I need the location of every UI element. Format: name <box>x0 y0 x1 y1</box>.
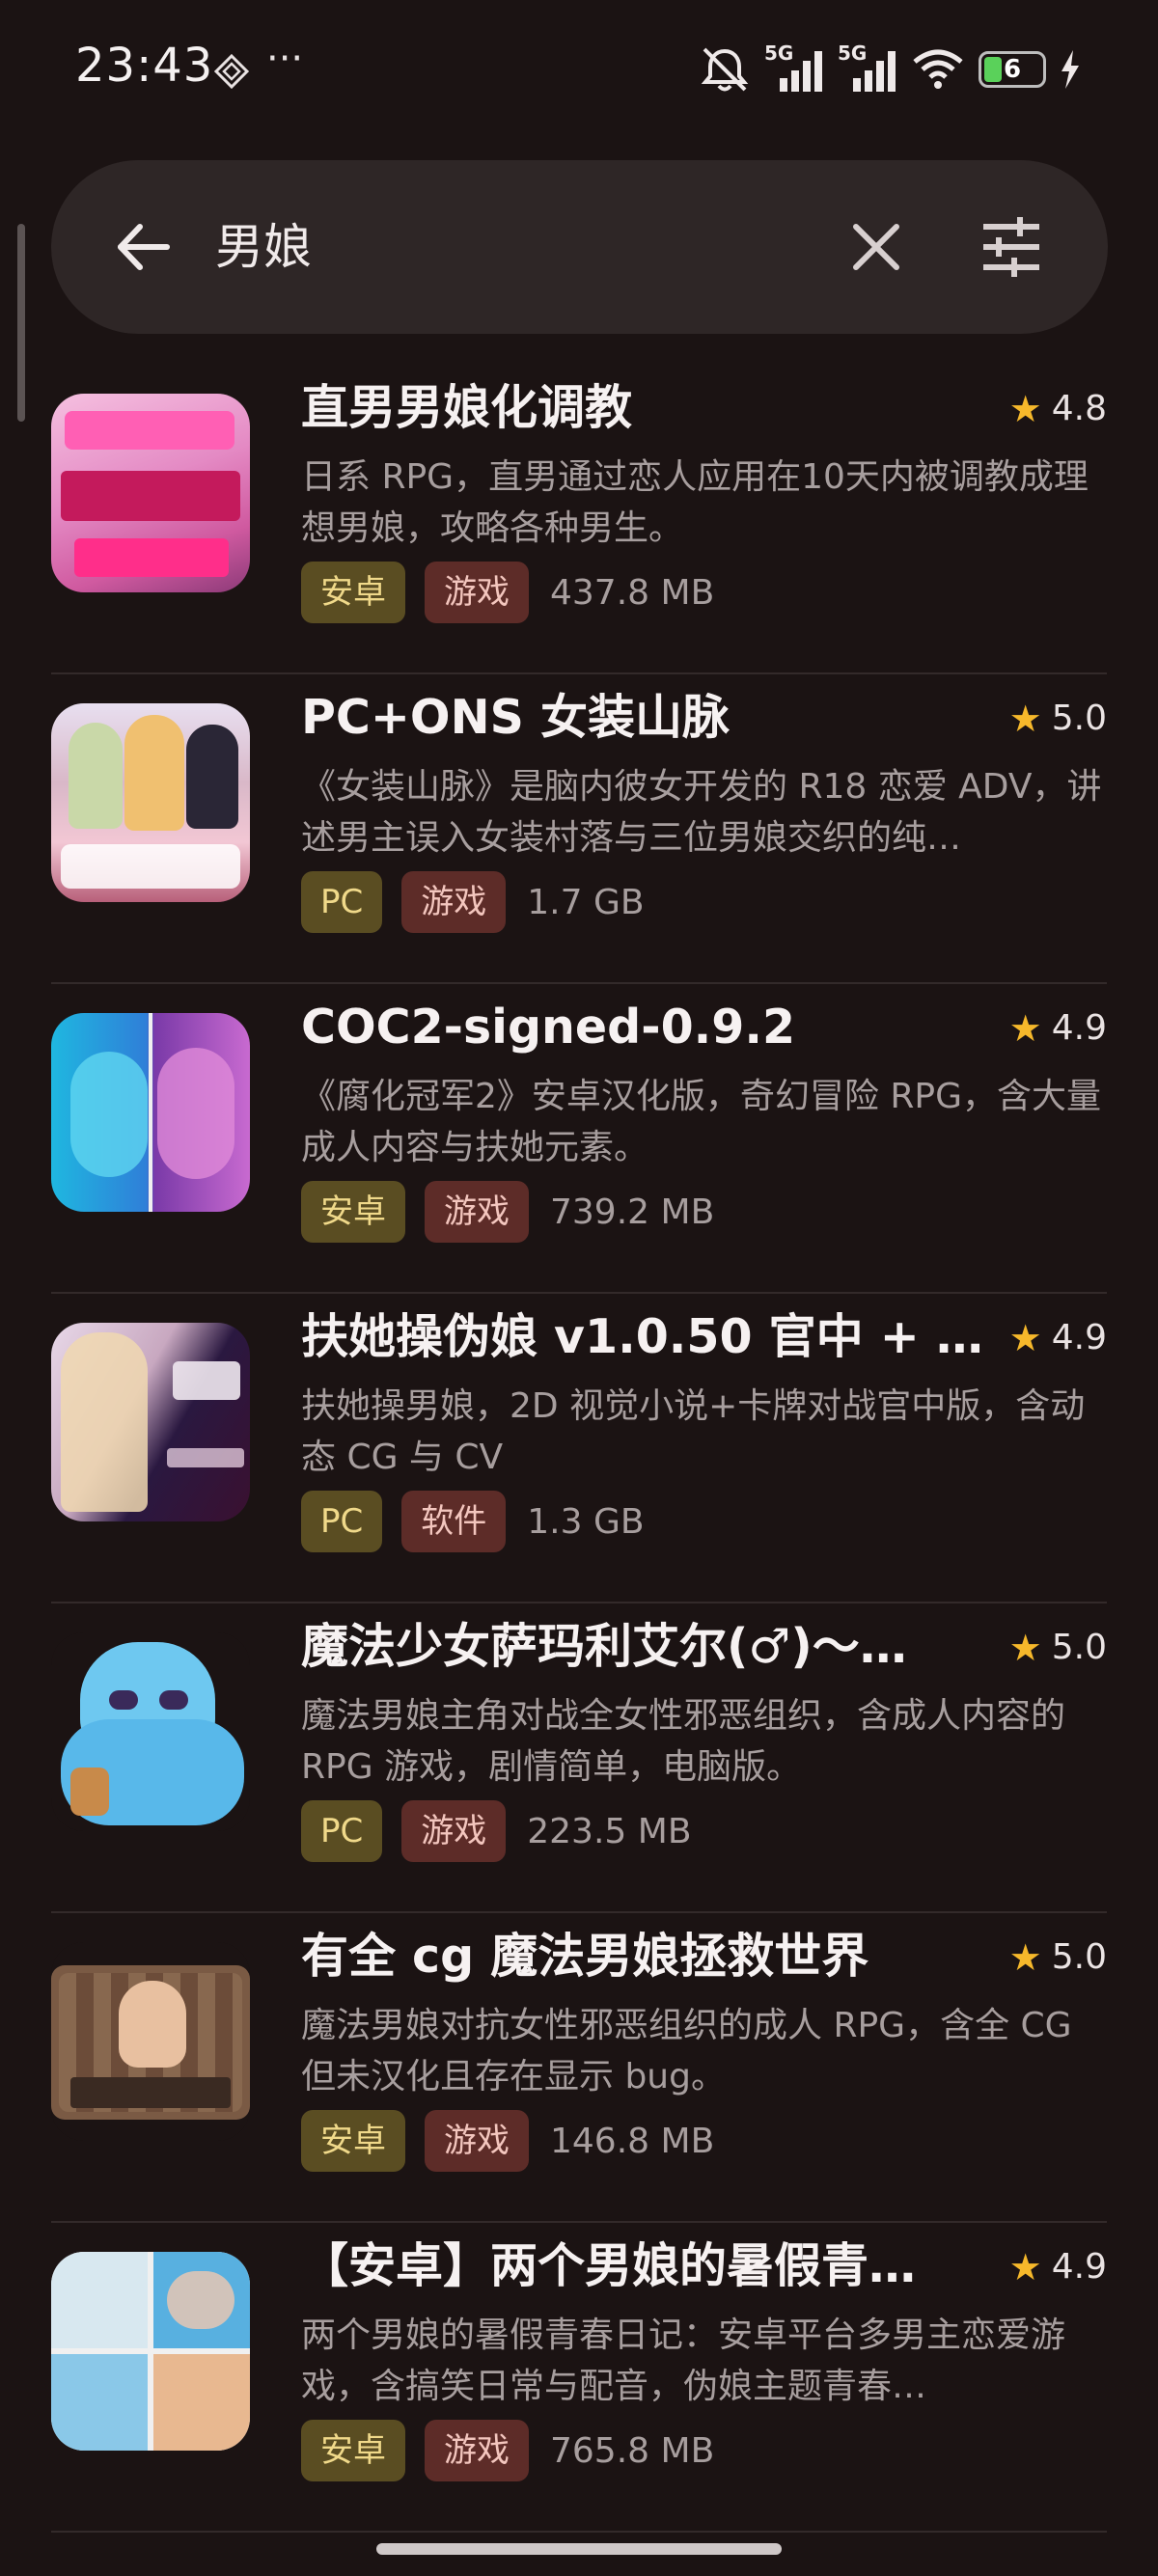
result-list: 直男男娘化调教 ★ 4.8 日系 RPG，直男通过恋人应用在10天内被调教成理想男… <box>0 365 1158 2533</box>
category-tag: 软件 <box>401 1491 507 1552</box>
battery-icon: 6 <box>979 51 1046 88</box>
app-description: 日系 RPG，直男通过恋人应用在10天内被调教成理想男娘，攻略各种男生。 <box>301 457 1089 548</box>
list-item[interactable]: 魔法少女萨玛利艾尔(♂)～… ★ 5.0 魔法男娘主角对战全女性邪恶组织，含成人内… <box>0 1603 1158 1913</box>
rating-value: 4.8 <box>1051 389 1107 428</box>
app-description: 魔法男娘对抗女性邪恶组织的成人 RPG，含全 CG 但未汉化且存在显示 bug。 <box>301 2006 1072 2096</box>
mute-bell-icon <box>701 47 749 92</box>
app-title: 直男男娘化调教 <box>301 380 633 435</box>
app-thumbnail <box>51 1632 250 1831</box>
diamond-icon <box>214 54 249 89</box>
category-tag: 游戏 <box>425 1181 529 1243</box>
platform-tag: PC <box>301 1491 383 1552</box>
list-item[interactable]: COC2-signed-0.9.2 ★ 4.9 《腐化冠军2》安卓汉化版，奇幻冒险… <box>0 984 1158 1294</box>
star-icon: ★ <box>1008 1936 1042 1979</box>
app-description: 《腐化冠军2》安卓汉化版，奇幻冒险 RPG，含大量成人内容与扶她元素。 <box>301 1077 1101 1167</box>
file-size: 1.3 GB <box>527 1501 645 1542</box>
app-title: 扶她操伪娘 v1.0.50 官中 + A… <box>301 1309 996 1364</box>
wifi-icon <box>913 49 963 89</box>
rating: ★ 5.0 <box>1009 1621 1107 1675</box>
app-thumbnail <box>51 703 250 902</box>
app-title: 有全 cg 魔法男娘拯救世界 <box>301 1929 869 1984</box>
search-bar[interactable]: 男娘 <box>51 160 1108 334</box>
rating-value: 4.9 <box>1051 1008 1107 1048</box>
app-thumbnail <box>51 1013 250 1212</box>
search-input[interactable]: 男娘 <box>215 213 312 281</box>
app-title: PC+ONS 女装山脉 <box>301 690 730 745</box>
app-description: 魔法男娘主角对战全女性邪恶组织，含成人内容的 RPG 游戏，剧情简单，电脑版。 <box>301 1696 1066 1787</box>
star-icon: ★ <box>1008 388 1042 430</box>
star-icon: ★ <box>1008 1317 1042 1359</box>
back-arrow-icon[interactable] <box>109 213 177 281</box>
rating: ★ 4.9 <box>1009 1311 1107 1365</box>
app-thumbnail <box>51 1942 250 2141</box>
file-size: 223.5 MB <box>527 1811 692 1851</box>
file-size: 739.2 MB <box>550 1192 715 1232</box>
rating-value: 5.0 <box>1051 699 1107 738</box>
app-thumbnail <box>51 394 250 592</box>
platform-tag: 安卓 <box>301 2420 405 2481</box>
rating: ★ 4.9 <box>1009 1001 1107 1055</box>
charging-icon <box>1062 50 1079 89</box>
app-thumbnail <box>51 1323 250 1521</box>
platform-tag: 安卓 <box>301 1181 405 1243</box>
status-bar: 23:43 ··· 5G 5G 6 <box>0 0 1158 145</box>
file-size: 146.8 MB <box>550 2121 715 2161</box>
star-icon: ★ <box>1008 698 1042 740</box>
status-more-icon: ··· <box>266 37 304 81</box>
platform-tag: 安卓 <box>301 562 405 623</box>
file-size: 1.7 GB <box>527 882 645 922</box>
meta-row: 安卓 游戏 765.8 MB <box>301 2420 714 2481</box>
star-icon: ★ <box>1008 2246 1042 2288</box>
status-indicators: 5G 5G 6 <box>699 41 1081 96</box>
divider <box>51 2531 1107 2533</box>
meta-row: PC 游戏 1.7 GB <box>301 871 645 933</box>
rating-value: 5.0 <box>1051 1628 1107 1667</box>
rating: ★ 4.8 <box>1009 382 1107 436</box>
category-tag: 游戏 <box>401 871 507 933</box>
home-indicator[interactable] <box>376 2543 782 2555</box>
app-description: 两个男娘的暑假青春日记：安卓平台多男主恋爱游戏，含搞笑日常与配音，伪娘主题青春… <box>301 2316 1066 2406</box>
rating: ★ 4.9 <box>1009 2240 1107 2294</box>
clear-icon[interactable] <box>842 213 910 281</box>
category-tag: 游戏 <box>401 1800 507 1862</box>
rating-value: 4.9 <box>1051 1318 1107 1357</box>
platform-tag: 安卓 <box>301 2110 405 2172</box>
list-item[interactable]: 有全 cg 魔法男娘拯救世界 ★ 5.0 魔法男娘对抗女性邪恶组织的成人 RPG，… <box>0 1913 1158 2223</box>
signal-icon-1: 5G <box>764 41 824 94</box>
star-icon: ★ <box>1008 1627 1042 1669</box>
app-description: 扶她操男娘，2D 视觉小说+卡牌对战官中版，含动态 CG 与 CV <box>301 1386 1086 1477</box>
rating-value: 4.9 <box>1051 2247 1107 2287</box>
list-item[interactable]: 直男男娘化调教 ★ 4.8 日系 RPG，直男通过恋人应用在10天内被调教成理想男… <box>0 365 1158 674</box>
meta-row: 安卓 游戏 739.2 MB <box>301 1181 714 1243</box>
meta-row: PC 游戏 223.5 MB <box>301 1800 692 1862</box>
rating: ★ 5.0 <box>1009 1931 1107 1985</box>
category-tag: 游戏 <box>425 562 529 623</box>
app-title: COC2-signed-0.9.2 <box>301 1000 796 1055</box>
signal-icon-2: 5G <box>838 41 897 94</box>
category-tag: 游戏 <box>425 2110 529 2172</box>
list-item[interactable]: 【安卓】两个男娘的暑假青… ★ 4.9 两个男娘的暑假青春日记：安卓平台多男主恋爱… <box>0 2223 1158 2533</box>
star-icon: ★ <box>1008 1007 1042 1050</box>
app-description: 《女装山脉》是脑内彼女开发的 R18 恋爱 ADV，讲述男主误入女装村落与三位男… <box>301 767 1102 858</box>
meta-row: 安卓 游戏 146.8 MB <box>301 2110 714 2172</box>
meta-row: 安卓 游戏 437.8 MB <box>301 562 714 623</box>
file-size: 765.8 MB <box>550 2430 715 2471</box>
list-item[interactable]: PC+ONS 女装山脉 ★ 5.0 《女装山脉》是脑内彼女开发的 R18 恋爱 A… <box>0 674 1158 984</box>
list-item[interactable]: 扶她操伪娘 v1.0.50 官中 + A… ★ 4.9 扶她操男娘，2D 视觉小说… <box>0 1294 1158 1603</box>
battery-level: 6 <box>1003 55 1022 84</box>
status-time: 23:43 <box>75 39 214 93</box>
rating: ★ 5.0 <box>1009 692 1107 746</box>
filter-sliders-icon[interactable] <box>978 213 1045 281</box>
app-title: 【安卓】两个男娘的暑假青… <box>301 2238 917 2293</box>
file-size: 437.8 MB <box>550 572 715 613</box>
app-thumbnail <box>51 2252 250 2451</box>
platform-tag: PC <box>301 1800 383 1862</box>
rating-value: 5.0 <box>1051 1937 1107 1977</box>
platform-tag: PC <box>301 871 383 933</box>
category-tag: 游戏 <box>425 2420 529 2481</box>
meta-row: PC 软件 1.3 GB <box>301 1491 645 1552</box>
app-title: 魔法少女萨玛利艾尔(♂)～… <box>301 1619 907 1674</box>
